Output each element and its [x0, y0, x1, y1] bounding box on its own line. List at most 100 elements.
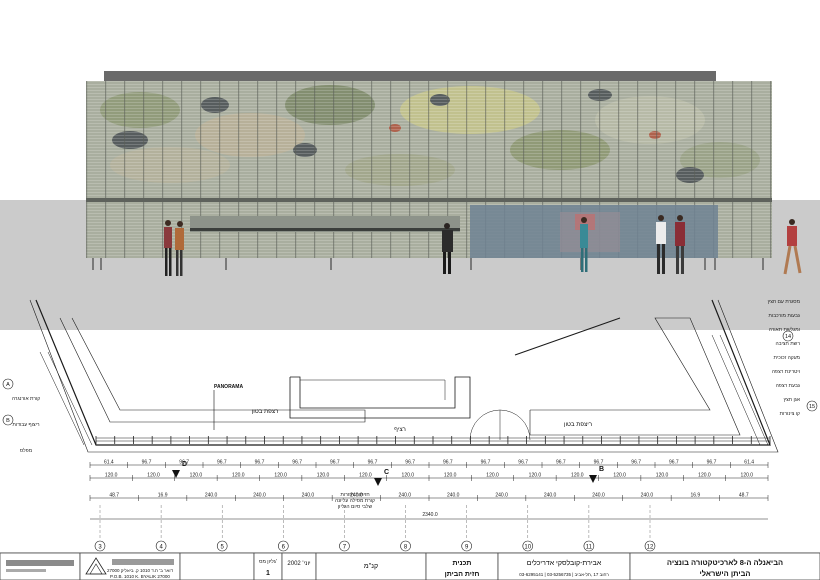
room-label: רצפת בטון [252, 409, 279, 415]
scale-label: קנ"מ [364, 563, 378, 570]
dim-top-value: 96.7 [594, 460, 604, 466]
plan-note: ריצוף עבודות [12, 422, 40, 428]
plan-note: ויטרינת רצפה [772, 369, 800, 375]
dim-low-value: 240.0 [495, 493, 508, 499]
section-arrow [374, 478, 382, 486]
dimension-row-low: 48.7 16.9 240.0 240.0 240.0 240.0 240.0 240.0 24… [89, 493, 769, 501]
grid-bubble-label: 14 [785, 334, 791, 340]
floor-slab-band [86, 198, 772, 202]
dim-top-value: 96.7 [330, 460, 340, 466]
plan-note: מסגרת עם חצץ [768, 299, 801, 305]
room-label: רציף [394, 427, 406, 433]
dim-mid-value: 120.0 [105, 473, 118, 479]
dim-low-value: 240.0 [641, 493, 654, 499]
sheet-number: 1 [266, 570, 270, 577]
grid-bubble-label: B [6, 418, 10, 424]
plan-note: שלבי סיום הגליון [338, 503, 373, 510]
dim-mid-value: 120.0 [571, 473, 584, 479]
dim-mid-value: 120.0 [402, 473, 415, 479]
plan-note: גבעת רצפה [776, 383, 800, 389]
consultant-address-he: דואר ב' ת.ד 1010 ק. ביאליק 27000 [107, 568, 174, 573]
dim-top-value: 96.7 [631, 460, 641, 466]
plan-note: מפלס [20, 447, 33, 454]
plan-note: קורת אורנגרה [12, 396, 41, 402]
dim-mid-value: 120.0 [486, 473, 499, 479]
dim-low-value: 240.0 [205, 493, 218, 499]
plan-notes-right: מסגרת עם חצץ גבעות מורכבות ומגלשת תאורה רשת… [768, 299, 801, 417]
grid-bubble-label: A [6, 382, 10, 388]
grid-bubble-label: 15 [809, 404, 815, 410]
dim-low-value: 16.9 [158, 493, 168, 499]
dim-top-value: 96.7 [669, 460, 679, 466]
dim-mid-value: 120.0 [190, 473, 203, 479]
dim-mid-value: 120.0 [529, 473, 542, 479]
dim-top-value: 96.7 [405, 460, 415, 466]
section-arrow [589, 475, 597, 483]
room-label: ריצפת בטון [564, 422, 592, 428]
building-elevation [0, 71, 820, 330]
plan-notes-left: קורת אורנגרה ריצוף עבודות מפלס [12, 396, 41, 454]
dim-low-value: 240.0 [302, 493, 315, 499]
dim-top-value: 96.7 [556, 460, 566, 466]
plan-inner-wall [59, 317, 366, 423]
architects-name: אבירת-קובלסקי אדריכלים [527, 559, 602, 567]
dim-mid-value: 120.0 [359, 473, 372, 479]
dim-mid-value: 120.0 [147, 473, 160, 479]
dim-low-value: 240.0 [592, 493, 605, 499]
title-block: דואר ב' ת.ד 1010 ק. ביאליק 27000 P.O.B. … [0, 552, 820, 580]
dim-mid-value: 120.0 [232, 473, 245, 479]
dim-mid-value: 120.0 [444, 473, 457, 479]
dim-low-value: 16.9 [690, 493, 700, 499]
dim-top-value: 61.4 [104, 460, 114, 466]
project-title-1: הביאנלה ה-8 לארכיטקטורה בונציה [667, 558, 783, 567]
dim-low-value: 48.7 [109, 493, 119, 499]
section-mark-label: C [384, 469, 389, 476]
panorama-label: PANORAMA [214, 384, 243, 390]
drawing-title-1: תכנית [453, 560, 472, 567]
plan-note: גבעות מורכבות [768, 313, 800, 319]
dim-mid-value: 120.0 [698, 473, 711, 479]
plan-mullion-ticks [95, 436, 771, 444]
plan-notes-bottom: חזיתות חוזרותקורת מסילה עליונהשלבי סיום … [335, 492, 375, 510]
dimension-row-mid: 120.0 120.0 120.0 120.0 120.0 120.0 120.0 120.0… [89, 473, 769, 481]
section-mark-label: D [182, 461, 187, 468]
dimension-row-top: 61.4 96.7 96.7 96.7 96.7 96.7 96.7 96.7 96.7 96.7… [89, 460, 769, 468]
dim-low-value: 240.0 [447, 493, 460, 499]
roof-edge [104, 71, 716, 82]
sheet-label: גליון מס' [259, 558, 277, 565]
plan-note: קורת מסילה עליונה [335, 497, 375, 504]
dim-low-value: 48.7 [739, 493, 749, 499]
dim-top-value: 96.7 [142, 460, 152, 466]
dim-top-value: 96.7 [707, 460, 717, 466]
dim-low-value: 240.0 [253, 493, 266, 499]
dim-top-value: 96.7 [481, 460, 491, 466]
grid-bubble-label: 10 [524, 545, 531, 551]
dim-top-value: 96.7 [217, 460, 227, 466]
dim-mid-value: 120.0 [317, 473, 330, 479]
dim-mid-value: 120.0 [274, 473, 287, 479]
grid-bubbles-side: A B 14 15 [2, 330, 818, 426]
plan-note: מעקה זכוכית [773, 355, 800, 361]
total-dimension: 2340.0 [422, 512, 438, 518]
plan-note: רשת חציבה [775, 341, 800, 347]
dim-mid-value: 120.0 [656, 473, 669, 479]
dim-low-value: 240.0 [399, 493, 412, 499]
grid-bubble-label: 11 [586, 545, 593, 551]
dim-top-value: 96.7 [255, 460, 265, 466]
dim-mid-value: 120.0 [613, 473, 626, 479]
grid-bubbles-bottom: 3 4 5 6 7 8 9 10 11 12 [94, 505, 656, 552]
grid-bubble-label: 12 [647, 545, 654, 551]
dim-top-value: 96.7 [443, 460, 453, 466]
dim-top-value: 96.7 [292, 460, 302, 466]
architectural-sheet: 61.4 96.7 96.7 96.7 96.7 96.7 96.7 96.7 96.7 96.7… [0, 71, 820, 580]
project-title-2: הביתן הישראלי [700, 569, 751, 578]
section-mark-label: B [599, 466, 604, 473]
dim-low-value: 240.0 [544, 493, 557, 499]
dim-top-value: 96.7 [518, 460, 528, 466]
consultant-address: P.O.B. 1010 K. BYALIK 27000 [110, 574, 170, 579]
dim-top-value: 96.7 [368, 460, 378, 466]
dim-top-value: 61.4 [744, 460, 754, 466]
architects-address: 03-6295141 | 03-5256735 | רחוב 17 ,תל-אב… [519, 572, 609, 577]
date-label: יוני' 2002 [287, 561, 311, 567]
dim-mid-value: 120.0 [741, 473, 754, 479]
